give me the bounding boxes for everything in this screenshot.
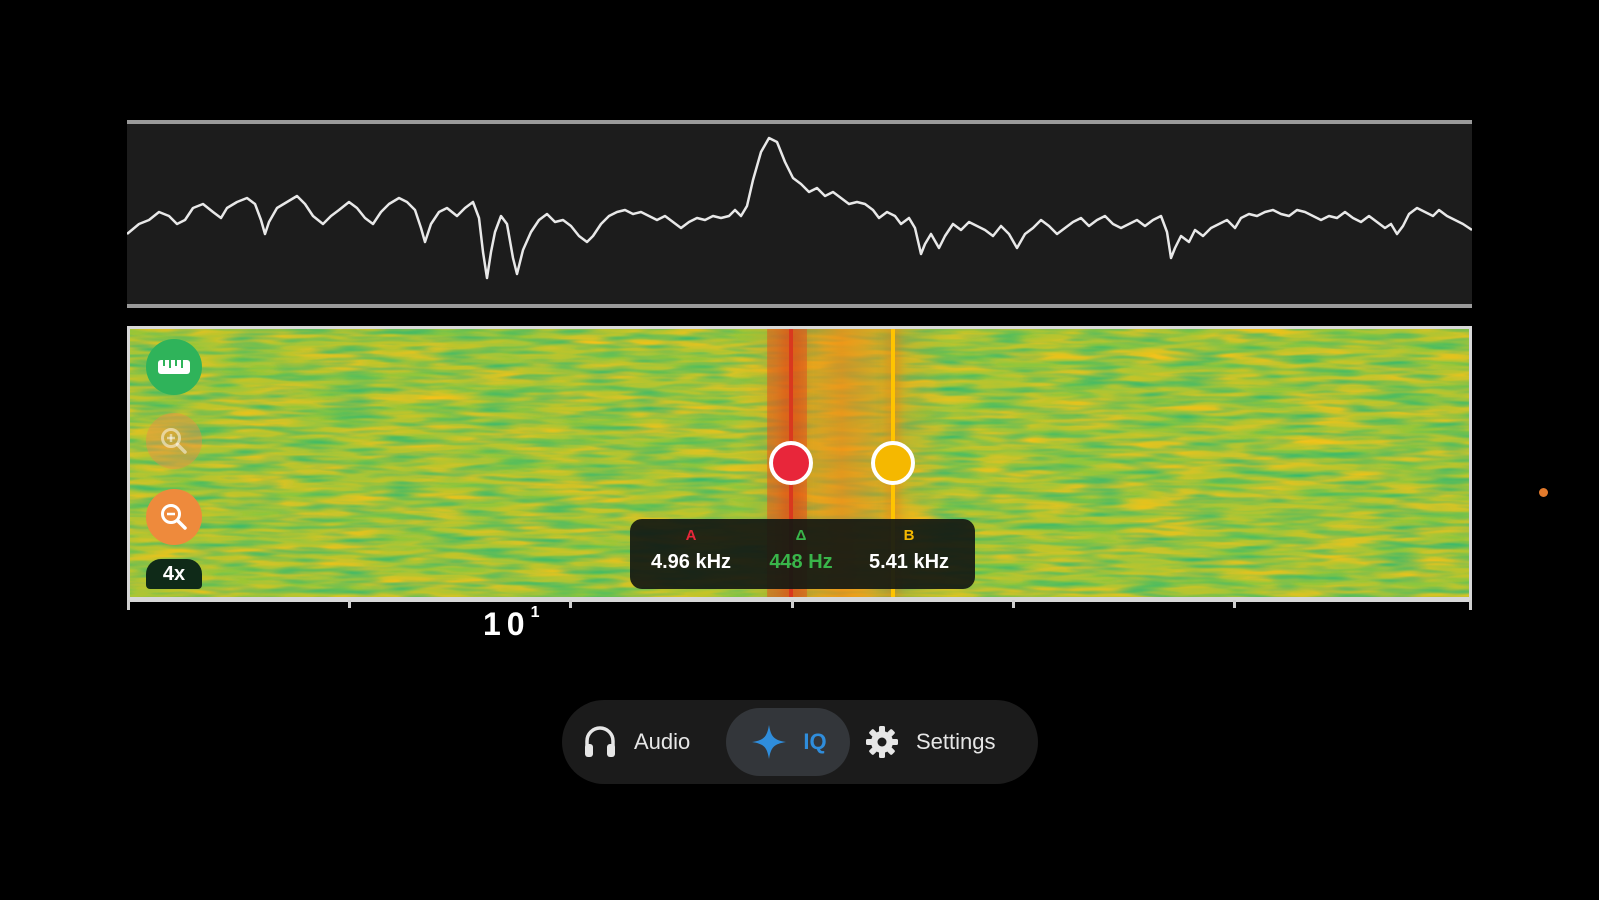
tab-audio-label: Audio: [634, 729, 691, 754]
tab-iq[interactable]: IQ: [726, 708, 850, 776]
readout-delta-label: Δ: [795, 527, 807, 544]
cursor-a-handle[interactable]: [769, 441, 813, 485]
zoom-in-button[interactable]: [146, 413, 202, 469]
gear-icon: [862, 722, 902, 762]
axis-base: 10: [483, 606, 531, 642]
tab-iq-label: IQ: [803, 729, 827, 754]
headphones-icon: [580, 722, 620, 762]
app-screen: A 4.96 kHz Δ 448 Hz B 5.41 kHz 4x 101 Au…: [0, 0, 1599, 900]
axis-tick: [348, 600, 351, 608]
readout-b-label: B: [903, 527, 915, 544]
readout-a-value: 4.96 kHz: [650, 551, 732, 573]
axis-tick: [569, 600, 572, 608]
axis-tick: [791, 600, 794, 608]
axis-tick: [127, 600, 130, 610]
tab-settings[interactable]: Settings: [862, 708, 1028, 776]
spectrum-plot[interactable]: [127, 120, 1472, 308]
zoom-level-badge: 4x: [146, 559, 202, 589]
frequency-axis: [127, 600, 1472, 640]
axis-decade-label: 101: [483, 604, 540, 643]
ruler-button[interactable]: [146, 339, 202, 395]
spectrum-trace: [127, 136, 1472, 280]
waterfall-display[interactable]: A 4.96 kHz Δ 448 Hz B 5.41 kHz 4x: [127, 326, 1472, 602]
readout-a-label: A: [685, 527, 697, 544]
axis-exponent: 1: [530, 604, 540, 622]
readout-delta: Δ 448 Hz: [746, 527, 856, 574]
zoom-in-icon: [161, 428, 187, 454]
cursor-b-handle[interactable]: [871, 441, 915, 485]
ruler-icon: [158, 360, 190, 374]
readout-delta-value: 448 Hz: [769, 551, 833, 573]
iq-diamond-icon: [749, 722, 789, 762]
axis-tick: [1233, 600, 1236, 608]
tab-settings-label: Settings: [916, 729, 996, 754]
bottom-nav: Audio IQ Settings: [562, 700, 1038, 784]
zoom-out-button[interactable]: [146, 489, 202, 545]
readout-b: B 5.41 kHz: [854, 527, 964, 574]
readout-b-value: 5.41 kHz: [868, 551, 950, 573]
axis-tick: [1469, 600, 1472, 610]
readout-a: A 4.96 kHz: [636, 527, 746, 574]
axis-tick: [1012, 600, 1015, 608]
cursor-readout: A 4.96 kHz Δ 448 Hz B 5.41 kHz: [630, 519, 975, 589]
zoom-out-icon: [161, 504, 187, 530]
edge-indicator-dot: [1539, 488, 1548, 497]
tab-audio[interactable]: Audio: [580, 708, 720, 776]
